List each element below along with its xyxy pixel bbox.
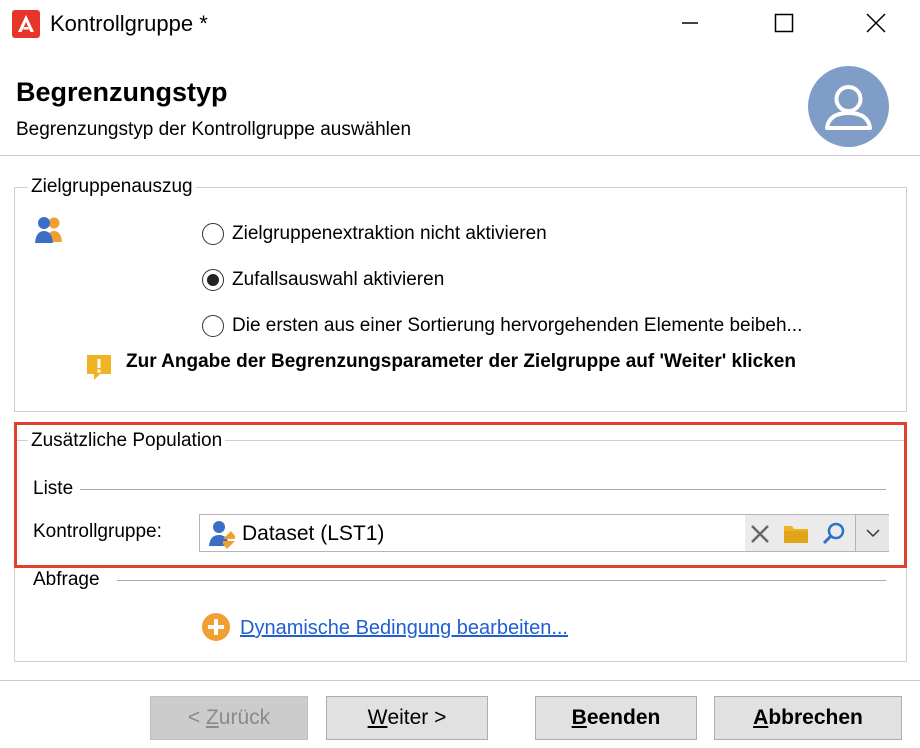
list-section-rule [80,489,886,490]
warning-message: Zur Angabe der Begrenzungsparameter der … [126,351,796,372]
query-section-rule [117,580,886,581]
list-section-label: Liste [33,477,78,501]
wizard-header: Begrenzungstyp Begrenzungstyp der Kontro… [0,50,920,155]
search-icon[interactable] [821,521,847,552]
page-title: Begrenzungstyp [16,77,228,107]
radio-button[interactable] [202,269,224,291]
minimize-button[interactable] [667,0,713,46]
dropdown-button[interactable] [855,515,889,551]
title-bar: Kontrollgruppe * [0,0,920,48]
target-extract-legend: Zielgruppenauszug [28,175,196,199]
add-condition-icon[interactable] [201,612,231,647]
control-group-value: Dataset (LST1) [242,522,385,545]
window-title: Kontrollgruppe * [50,11,208,36]
finish-button[interactable]: Beenden [535,696,697,740]
radio-label: Zufallsauswahl aktivieren [232,269,445,290]
close-button[interactable] [853,0,899,46]
radio-random-selection[interactable]: Zufallsauswahl aktivieren [202,266,444,294]
warning-icon [84,352,114,387]
combo-toolbar [745,515,855,551]
radio-no-extraction[interactable]: Zielgruppenextraktion nicht aktivieren [202,220,547,248]
edit-dynamic-condition-link[interactable]: Dynamische Bedingung bearbeiten... [240,615,568,641]
page-subtitle: Begrenzungstyp der Kontrollgruppe auswäh… [16,119,412,140]
footer-separator [0,680,920,681]
control-group-combobox[interactable]: Dataset (LST1) [199,514,889,552]
chevron-down-icon [865,529,880,538]
radio-button[interactable] [202,223,224,245]
control-group-label: Kontrollgruppe: [33,520,166,544]
cancel-button[interactable]: Abbrechen [714,696,902,740]
app-logo-icon [12,10,40,38]
query-section-label: Abfrage [33,568,104,592]
additional-population-legend: Zusätzliche Population [28,429,226,453]
radio-label: Zielgruppenextraktion nicht aktivieren [232,223,547,244]
folder-icon[interactable] [783,522,809,549]
user-avatar-icon [808,66,889,147]
target-group-icon [33,215,65,250]
next-button[interactable]: Weiter > [326,696,488,740]
maximize-button[interactable] [761,0,807,46]
clear-icon[interactable] [749,523,771,550]
header-separator [0,155,920,156]
list-icon [205,519,237,554]
radio-label: Die ersten aus einer Sortierung hervorge… [232,315,803,336]
close-icon [866,13,886,33]
radio-keep-first-sorted[interactable]: Die ersten aus einer Sortierung hervorge… [202,312,802,340]
back-button[interactable]: < Zurück [150,696,308,740]
radio-button[interactable] [202,315,224,337]
